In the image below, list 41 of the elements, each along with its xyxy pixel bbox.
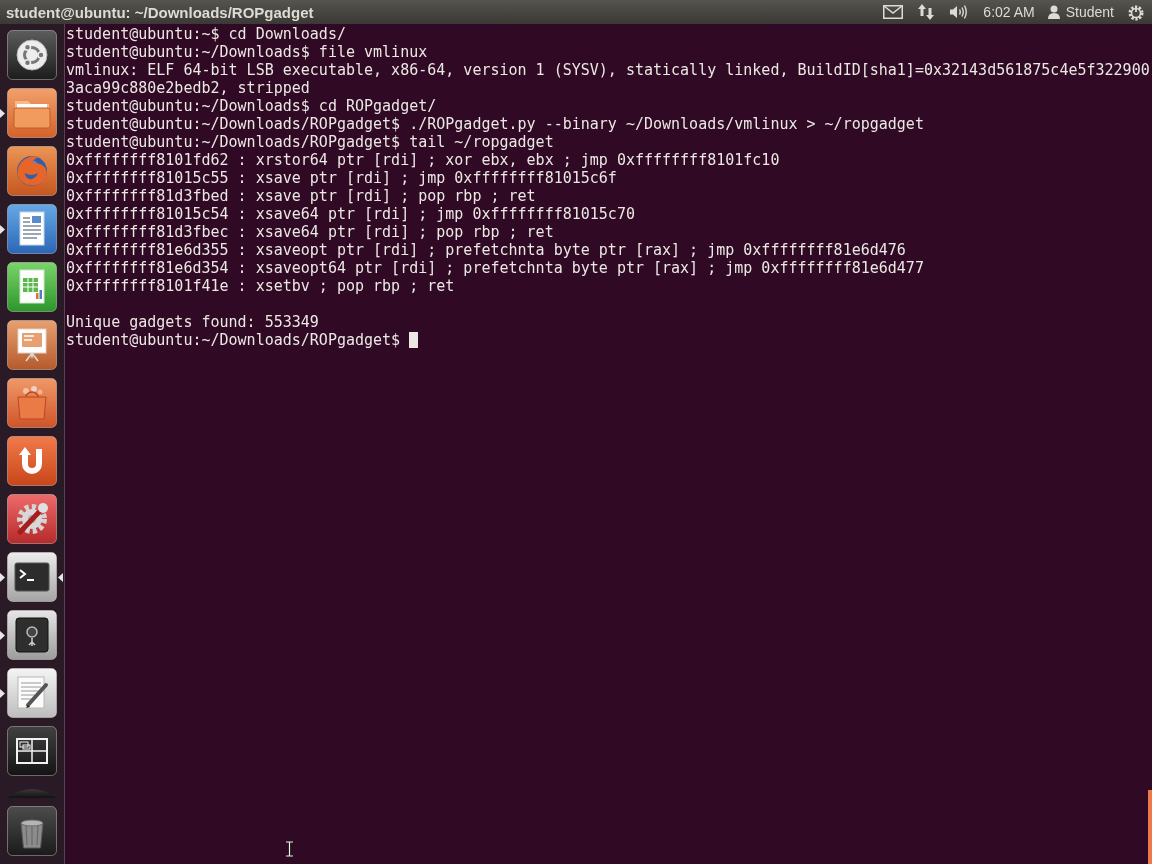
terminal-line: 0xffffffff81e6d354 : xsaveopt64 ptr [rdi] ; prefetchnta byte ptr [rax] ; jmp 0xffffffff81e6d477 bbox=[66, 259, 924, 277]
shopping-bag-icon[interactable] bbox=[7, 378, 57, 428]
terminal-line: Unique gadgets found: 553349 bbox=[66, 313, 319, 331]
terminal-line: 0xffffffff81015c54 : xsave64 ptr [rdi] ; jmp 0xffffffff81015c70 bbox=[66, 205, 635, 223]
ring-logo-icon[interactable] bbox=[7, 30, 57, 80]
terminal-line: student@ubuntu:~/Downloads/ROPgadget$ tail ~/ropgadget bbox=[66, 133, 554, 151]
terminal-line: 0xffffffff81015c55 : xsave ptr [rdi] ; jmp 0xffffffff81015c6f bbox=[66, 169, 617, 187]
speaker-icon[interactable] bbox=[949, 4, 968, 20]
user-menu[interactable]: Student bbox=[1047, 5, 1114, 19]
person-icon bbox=[1047, 5, 1060, 19]
terminal-line: 0xffffffff8101fd62 : xrstor64 ptr [rdi] ; xor ebx, ebx ; jmp 0xffffffff8101fc10 bbox=[66, 151, 780, 169]
spreadsheet-icon[interactable] bbox=[7, 262, 57, 312]
terminal-line: 0xffffffff81d3fbec : xsave64 ptr [rdi] ; pop rbp ; ret bbox=[66, 223, 554, 241]
safe-icon[interactable] bbox=[7, 610, 57, 660]
terminal-line: 3aca99c880e2bedb2, stripped bbox=[66, 79, 310, 97]
i-beam-cursor-icon bbox=[285, 841, 294, 857]
up-down-arrows-icon[interactable] bbox=[917, 3, 936, 21]
terminal-icon[interactable] bbox=[7, 552, 57, 602]
globe-icon[interactable] bbox=[7, 146, 57, 196]
folder-icon[interactable] bbox=[7, 88, 57, 138]
overlay-scrollbar[interactable] bbox=[1148, 790, 1152, 864]
gear-icon[interactable] bbox=[1127, 3, 1145, 21]
u-logo-icon[interactable] bbox=[7, 436, 57, 486]
window-title: student@ubuntu: ~/Downloads/ROPgadget bbox=[6, 4, 314, 20]
gear-wrench-icon[interactable] bbox=[7, 494, 57, 544]
workspace-grid-icon[interactable] bbox=[7, 726, 57, 776]
terminal-line: 0xffffffff81d3fbed : xsave ptr [rdi] ; pop rbp ; ret bbox=[66, 187, 536, 205]
presentation-icon[interactable] bbox=[7, 320, 57, 370]
envelope-icon[interactable] bbox=[883, 5, 904, 19]
terminal-line: 0xffffffff8101f41e : xsetbv ; pop rbp ; ret bbox=[66, 277, 455, 295]
terminal-line: student@ubuntu:~$ cd Downloads/ bbox=[66, 25, 346, 43]
paper-pencil-icon[interactable] bbox=[7, 668, 57, 718]
terminal-line: student@ubuntu:~/Downloads$ cd ROPgadget/ bbox=[66, 97, 437, 115]
trash-icon[interactable] bbox=[7, 806, 57, 856]
terminal-line: student@ubuntu:~/Downloads$ file vmlinux bbox=[66, 43, 428, 61]
document-icon[interactable] bbox=[7, 204, 57, 254]
terminal-line: vmlinux: ELF 64-bit LSB executable, x86-64, version 1 (SYSV), statically linked, BuildID[sha1]=0x32143d561875c4e5f322900 bbox=[66, 61, 1150, 79]
terminal-line: student@ubuntu:~/Downloads/ROPgadget$ ./ROPgadget.py --binary ~/Downloads/vmlinux > ~/ropgadget bbox=[66, 115, 924, 133]
terminal-line: student@ubuntu:~/Downloads/ROPgadget$ bbox=[66, 331, 401, 349]
clock[interactable]: 6:02 AM bbox=[983, 5, 1035, 19]
terminal-line: 0xffffffff81e6d355 : xsaveopt ptr [rdi] ; prefetchnta byte ptr [rax] ; jmp 0xffffffff81e6d476 bbox=[66, 241, 906, 259]
